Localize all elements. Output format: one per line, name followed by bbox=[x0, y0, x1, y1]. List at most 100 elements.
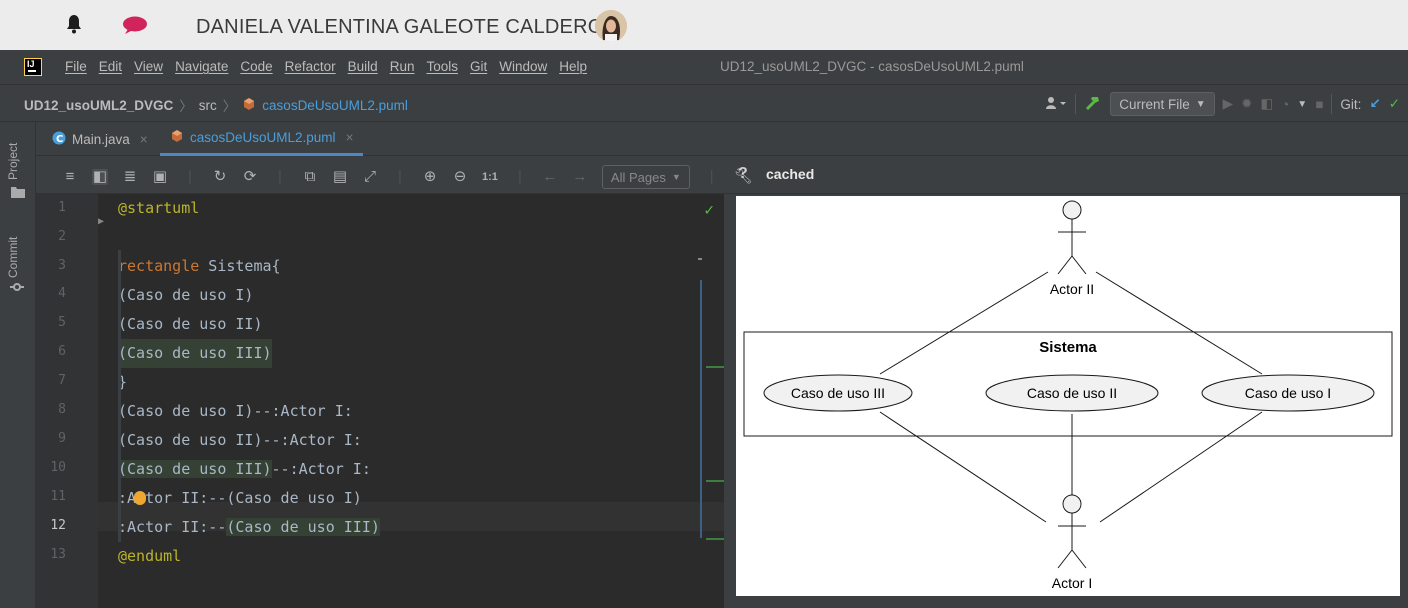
association-line bbox=[879, 271, 1049, 375]
chevron-down-icon: ▼ bbox=[671, 172, 681, 182]
refresh-icon[interactable]: ↻ bbox=[212, 169, 228, 185]
code-text: Sistema{ bbox=[199, 257, 281, 275]
menu-build[interactable]: Build bbox=[348, 59, 378, 74]
code-editor[interactable]: ▶ 1 2 3 4 5 6 7 8 9 10 11 12 13 @startum… bbox=[36, 194, 724, 608]
menu-code[interactable]: Code bbox=[240, 59, 272, 74]
intellij-logo-icon[interactable]: IJ bbox=[24, 58, 42, 76]
menu-window[interactable]: Window bbox=[499, 59, 547, 74]
association-line bbox=[879, 411, 1047, 523]
breadcrumb-project[interactable]: UD12_usoUML2_DVGC bbox=[24, 98, 173, 113]
line-number: 11 bbox=[50, 489, 66, 504]
menu-file[interactable]: File bbox=[65, 59, 87, 74]
system-title: Sistema bbox=[1039, 339, 1097, 356]
preview-only-icon[interactable]: ≣ bbox=[122, 169, 138, 185]
line-number: 13 bbox=[50, 547, 66, 562]
code-line: (Caso de uso II)--:Actor I: bbox=[118, 431, 362, 449]
menu-navigate[interactable]: Navigate bbox=[175, 59, 228, 74]
window-title: UD12_usoUML2_DVGC - casosDeUsoUML2.puml bbox=[720, 59, 1024, 74]
menu-view[interactable]: View bbox=[134, 59, 163, 74]
git-commit-icon[interactable]: ✓ bbox=[1389, 96, 1400, 112]
lightbulb-icon[interactable] bbox=[134, 491, 146, 505]
tab-label: Main.java bbox=[72, 131, 130, 147]
zoom-out-icon[interactable]: ⊖ bbox=[452, 169, 468, 185]
toolbar-divider bbox=[1075, 94, 1077, 114]
code-text: :Actor II:-- bbox=[118, 518, 227, 536]
puml-file-icon bbox=[170, 129, 184, 146]
menu-bar: IJ File Edit View Navigate Code Refactor… bbox=[0, 50, 1408, 84]
toolbar-divider: | bbox=[398, 168, 402, 185]
save-icon[interactable]: ▤ bbox=[332, 169, 348, 185]
arrow-right-icon[interactable]: → bbox=[572, 169, 588, 185]
git-label: Git: bbox=[1340, 96, 1362, 112]
breadcrumb-folder[interactable]: src bbox=[199, 98, 217, 113]
code-line: :Actor II:--(Caso de uso I) bbox=[118, 489, 362, 507]
actor-label-bottom: Actor I bbox=[1052, 575, 1092, 591]
commit-tool-button[interactable]: Commit bbox=[6, 237, 20, 278]
image-icon[interactable]: ▣ bbox=[152, 169, 168, 185]
build-hammer-icon[interactable] bbox=[1084, 94, 1102, 115]
arrow-left-icon[interactable]: ← bbox=[542, 169, 558, 185]
help-button[interactable]: ? bbox=[738, 165, 748, 183]
line-number: 9 bbox=[58, 431, 66, 446]
profile-icon[interactable]: ◔ bbox=[1281, 97, 1289, 112]
run-icon[interactable]: ▶ bbox=[1223, 96, 1233, 112]
breadcrumb-file[interactable]: casosDeUsoUML2.puml bbox=[262, 98, 408, 113]
close-icon[interactable]: × bbox=[140, 132, 148, 147]
code-line: (Caso de uso I)--:Actor I: bbox=[118, 402, 353, 420]
line-number: 10 bbox=[50, 460, 66, 475]
code-line: @enduml bbox=[118, 547, 182, 565]
use-case-label: Caso de uso III bbox=[791, 385, 885, 401]
project-tool-button[interactable]: Project bbox=[6, 143, 20, 180]
chevron-right-icon: 〉 bbox=[179, 99, 193, 114]
tab-main-java[interactable]: C Main.java × bbox=[42, 122, 158, 156]
external-open-icon[interactable]: ⤢ bbox=[362, 169, 378, 185]
debug-icon[interactable]: ✹ bbox=[1241, 96, 1252, 112]
pages-select[interactable]: All Pages ▼ bbox=[601, 165, 690, 189]
bell-icon[interactable] bbox=[66, 14, 82, 39]
line-number: 7 bbox=[58, 373, 66, 388]
reload-icon[interactable]: ⟳ bbox=[242, 169, 258, 185]
preview-panel: Sistema Caso de uso III Caso de uso II C… bbox=[724, 194, 1408, 608]
code-line: (Caso de uso III)--:Actor I: bbox=[118, 455, 371, 484]
stop-icon[interactable]: ■ bbox=[1315, 97, 1323, 112]
editor-only-icon[interactable]: ≡ bbox=[62, 169, 78, 185]
no-problems-check-icon[interactable]: ✓ bbox=[704, 200, 714, 219]
line-number: 6 bbox=[58, 344, 66, 359]
avatar[interactable] bbox=[595, 10, 627, 42]
toolbar-divider: | bbox=[188, 168, 192, 185]
coverage-icon[interactable]: ◧ bbox=[1260, 96, 1273, 112]
toolbar-divider bbox=[1331, 94, 1333, 114]
plantuml-toolbar: ≡ ◧ ≣ ▣ | ↻ ⟳ | ⧉ ▤ ⤢ | ⊕ ⊖ 1:1 | ← → Al… bbox=[36, 156, 1408, 194]
zoom-in-icon[interactable]: ⊕ bbox=[422, 169, 438, 185]
uml-diagram-preview[interactable]: Sistema Caso de uso III Caso de uso II C… bbox=[736, 196, 1400, 596]
line-number: 2 bbox=[58, 229, 66, 244]
chat-icon[interactable] bbox=[122, 16, 148, 39]
change-marker bbox=[706, 366, 724, 368]
git-update-icon[interactable]: ↙ bbox=[1369, 96, 1380, 112]
tab-casos-de-uso-puml[interactable]: casosDeUsoUML2.puml × bbox=[160, 122, 364, 156]
user-dropdown-icon[interactable] bbox=[1045, 96, 1067, 113]
menu-tools[interactable]: Tools bbox=[426, 59, 458, 74]
close-icon[interactable]: × bbox=[346, 130, 354, 145]
change-marker bbox=[706, 480, 724, 482]
menu-help[interactable]: Help bbox=[559, 59, 587, 74]
puml-file-icon bbox=[242, 97, 256, 114]
folder-icon[interactable] bbox=[11, 186, 25, 201]
code-text: --:Actor I: bbox=[271, 460, 371, 478]
split-view-icon[interactable]: ◧ bbox=[92, 169, 108, 185]
fold-arrow-icon[interactable]: ▶ bbox=[98, 216, 104, 227]
menu-run[interactable]: Run bbox=[390, 59, 415, 74]
code-line: (Caso de uso II) bbox=[118, 315, 263, 333]
user-name: DANIELA VALENTINA GALEOTE CALDERON bbox=[196, 16, 619, 38]
menu-refactor[interactable]: Refactor bbox=[285, 59, 336, 74]
commit-icon[interactable] bbox=[10, 280, 24, 297]
menu-git[interactable]: Git bbox=[470, 59, 487, 74]
copy-icon[interactable]: ⧉ bbox=[302, 169, 318, 185]
left-tool-strip: Project Commit bbox=[0, 122, 36, 608]
menu-edit[interactable]: Edit bbox=[99, 59, 122, 74]
code-highlight: (Caso de uso III) bbox=[118, 460, 272, 478]
run-config-label: Current File bbox=[1119, 96, 1190, 112]
chevron-down-icon[interactable]: ▼ bbox=[1297, 99, 1307, 110]
run-config-select[interactable]: Current File ▼ bbox=[1110, 92, 1215, 116]
zoom-reset-button[interactable]: 1:1 bbox=[482, 171, 498, 183]
